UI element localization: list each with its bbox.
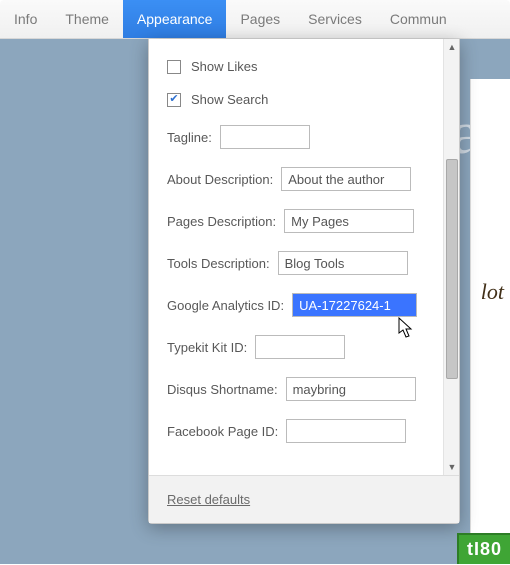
scroll-up-icon[interactable]: ▲ [444,39,460,55]
reset-defaults-link[interactable]: Reset defaults [167,492,250,507]
pages-description-label: Pages Description: [167,214,276,229]
disqus-shortname-input[interactable]: maybring [286,377,416,401]
about-description-input[interactable]: About the author [281,167,411,191]
pages-description-input[interactable]: My Pages [284,209,414,233]
typekit-kit-id-label: Typekit Kit ID: [167,340,247,355]
tools-description-label: Tools Description: [167,256,270,271]
menu-item-appearance[interactable]: Appearance [123,0,227,38]
scroll-thumb[interactable] [446,159,458,379]
page-body: what lot Show Likes Show Search Tagline: [0,39,510,564]
tools-description-input[interactable]: Blog Tools [278,251,408,275]
facebook-page-id-label: Facebook Page ID: [167,424,278,439]
show-search-label: Show Search [191,92,268,107]
panel-scrollbar[interactable]: ▲ ▼ [443,39,459,475]
show-likes-checkbox[interactable] [167,60,181,74]
tagline-label: Tagline: [167,130,212,145]
background-white-column [470,79,510,549]
google-analytics-id-label: Google Analytics ID: [167,298,284,313]
show-likes-label: Show Likes [191,59,257,74]
menu-item-info[interactable]: Info [0,0,51,38]
menu-item-services[interactable]: Services [294,0,376,38]
show-search-checkbox[interactable] [167,93,181,107]
top-menu: Info Theme Appearance Pages Services Com… [0,0,510,39]
panel-scroll-area: Show Likes Show Search Tagline: About De… [149,39,443,475]
about-description-label: About Description: [167,172,273,187]
disqus-shortname-label: Disqus Shortname: [167,382,278,397]
typekit-kit-id-input[interactable] [255,335,345,359]
tagline-input[interactable] [220,125,310,149]
menu-item-pages[interactable]: Pages [226,0,294,38]
google-analytics-id-input[interactable]: UA-17227624-1 [292,293,417,317]
menu-item-community[interactable]: Commun [376,0,461,38]
scroll-down-icon[interactable]: ▼ [444,459,460,475]
page-badge: tI80 [457,533,510,564]
facebook-page-id-input[interactable] [286,419,406,443]
panel-footer: Reset defaults [149,475,459,523]
background-side-text: lot [481,279,504,305]
menu-item-theme[interactable]: Theme [51,0,123,38]
appearance-panel: Show Likes Show Search Tagline: About De… [148,39,460,524]
